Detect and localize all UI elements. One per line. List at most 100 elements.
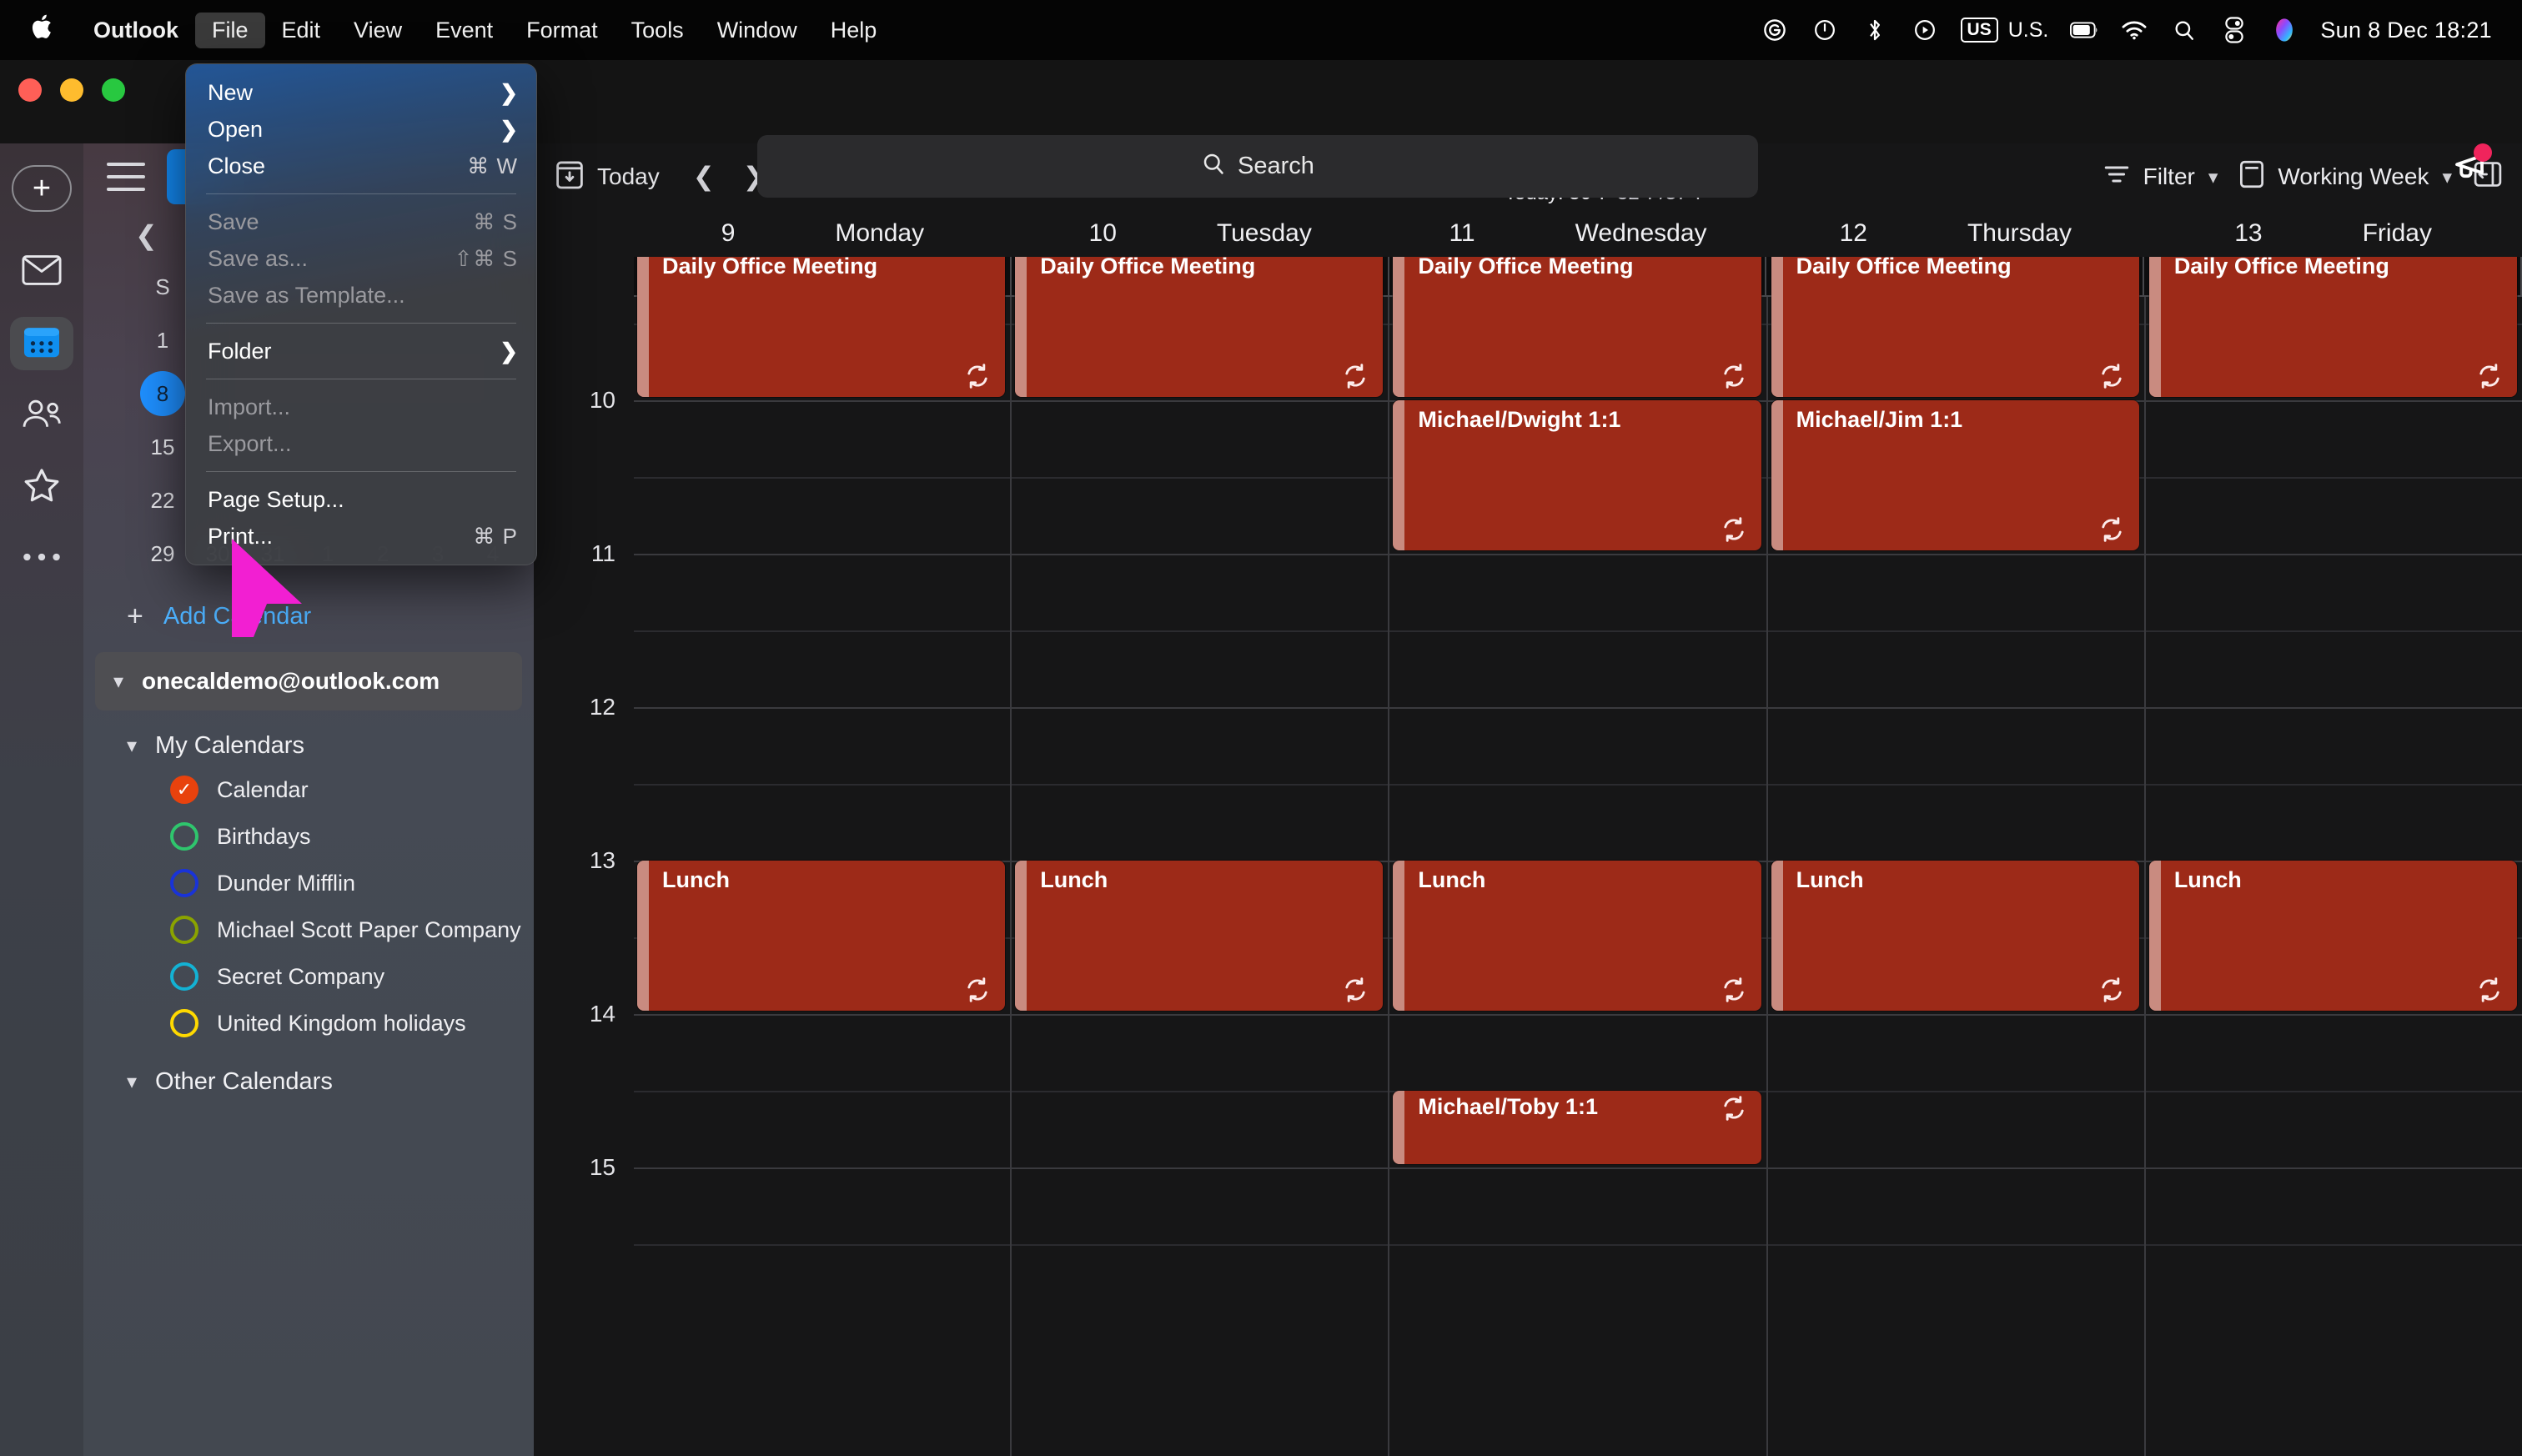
calendar-event[interactable]: Michael/Dwight 1:1 [1393, 400, 1761, 550]
calendar-event[interactable]: Daily Office Meeting [2149, 257, 2517, 397]
rail-item-calendar[interactable] [10, 317, 73, 370]
calendar-group-other-calendars[interactable]: ▾Other Calendars [83, 1047, 534, 1102]
calendar-checkbox-checked[interactable]: ✓ [170, 776, 198, 804]
rail-item-mail[interactable] [10, 245, 73, 299]
megaphone-icon[interactable] [2449, 142, 2495, 188]
calendar-checkbox[interactable] [170, 1009, 198, 1037]
menu-bar-item-edit[interactable]: Edit [265, 13, 338, 48]
calendar-checkbox[interactable] [170, 869, 198, 897]
chevron-down-icon[interactable]: ▾ [2208, 166, 2218, 188]
menu-bar-item-format[interactable]: Format [510, 13, 615, 48]
menu-bar-clock[interactable]: Sun 8 Dec 18:21 [2320, 18, 2492, 43]
calendar-checkbox[interactable] [170, 962, 198, 991]
apple-logo-icon[interactable] [30, 13, 55, 45]
menu-bar-item-outlook[interactable]: Outlook [77, 13, 195, 48]
new-item-button[interactable]: + [12, 165, 72, 212]
keyboard-layout-icon[interactable]: US [1961, 16, 1998, 44]
chevron-down-icon[interactable]: ▾ [127, 734, 137, 758]
minimize-window-button[interactable] [60, 78, 83, 102]
grammarly-icon[interactable] [1761, 16, 1789, 44]
day-column[interactable]: Daily Office MeetingLunch [2146, 297, 2522, 1456]
recurring-icon [1720, 976, 1748, 1004]
mini-calendar-day[interactable]: 15 [135, 434, 190, 460]
calendar-list-item[interactable]: Birthdays [83, 813, 534, 860]
day-column[interactable]: Daily Office MeetingLunch [634, 297, 1012, 1456]
calendar-list-item[interactable]: Dunder Mifflin [83, 860, 534, 906]
day-header[interactable]: 13Friday [2144, 210, 2522, 257]
menu-bar-item-tools[interactable]: Tools [615, 13, 701, 48]
calendar-list-item[interactable]: Michael Scott Paper Company [83, 906, 534, 953]
hamburger-icon[interactable] [107, 163, 145, 191]
calendar-event[interactable]: Michael/Jim 1:1 [1771, 400, 2139, 550]
mini-calendar-day[interactable]: 22 [135, 488, 190, 514]
calendar-checkbox[interactable] [170, 822, 198, 851]
calendar-event[interactable]: Daily Office Meeting [1015, 257, 1383, 397]
day-column[interactable]: Daily Office MeetingLunch [1012, 297, 1389, 1456]
hour-gridline [1768, 707, 2144, 709]
view-mode-button[interactable]: Working Week ▾ [2239, 160, 2452, 194]
mini-calendar-day[interactable]: 1 [135, 328, 190, 354]
calendar-list-item[interactable]: United Kingdom holidays [83, 1000, 534, 1047]
calendar-grid: 9101112131415 Daily Office MeetingLunchD… [534, 257, 2522, 1456]
close-window-button[interactable] [18, 78, 42, 102]
day-header[interactable]: 12Thursday [1766, 210, 2144, 257]
calendar-event[interactable]: Lunch [1393, 861, 1761, 1011]
menu-bar-item-event[interactable]: Event [419, 13, 510, 48]
calendar-event[interactable]: Daily Office Meeting [637, 257, 1005, 397]
menu-bar-item-file[interactable]: File [195, 13, 265, 48]
file-menu-item-folder[interactable]: Folder❯ [186, 333, 536, 369]
calendar-checkbox[interactable] [170, 916, 198, 944]
calendar-event[interactable]: Lunch [637, 861, 1005, 1011]
file-menu-item-page-setup[interactable]: Page Setup... [186, 481, 536, 518]
day-header[interactable]: 11Wednesday [1389, 210, 1767, 257]
calendar-event[interactable]: Michael/Toby 1:1 [1393, 1091, 1761, 1164]
control-center-icon[interactable] [2220, 16, 2248, 44]
half-hour-gridline [1768, 630, 2144, 632]
calendar-list-item[interactable]: ✓Calendar [83, 766, 534, 813]
event-color-bar [2149, 257, 2161, 397]
today-button[interactable]: Today [555, 159, 660, 195]
zoom-window-button[interactable] [102, 78, 125, 102]
account-row[interactable]: ▾ onecaldemo@outlook.com [95, 652, 522, 710]
bluetooth-icon[interactable] [1861, 16, 1889, 44]
calendar-event[interactable]: Lunch [2149, 861, 2517, 1011]
power-icon[interactable] [1811, 16, 1839, 44]
chevron-down-icon[interactable]: ▾ [113, 670, 123, 694]
event-title: Lunch [1040, 867, 1366, 893]
rail-item-favorites[interactable] [10, 460, 73, 514]
wifi-icon[interactable] [2120, 16, 2148, 44]
calendar-event[interactable]: Daily Office Meeting [1393, 257, 1761, 397]
menu-bar-item-window[interactable]: Window [701, 13, 814, 48]
mini-calendar-day[interactable]: 8 [135, 371, 190, 416]
play-icon[interactable] [1911, 16, 1939, 44]
file-menu-item-new[interactable]: New❯ [186, 74, 536, 111]
day-header[interactable]: 9Monday [634, 210, 1012, 257]
prev-period-button[interactable]: ❮ [693, 162, 715, 192]
search-input[interactable]: Search [757, 135, 1758, 198]
half-hour-gridline [634, 630, 1010, 632]
rail-item-people[interactable] [10, 389, 73, 442]
calendar-group-my-calendars[interactable]: ▾My Calendars [83, 710, 534, 766]
rail-item-more[interactable] [10, 532, 73, 585]
mini-calendar-day[interactable]: 29 [135, 541, 190, 567]
calendar-event[interactable]: Lunch [1771, 861, 2139, 1011]
battery-icon[interactable] [2070, 16, 2098, 44]
calendar-event[interactable]: Lunch [1015, 861, 1383, 1011]
chevron-down-icon[interactable]: ▾ [127, 1070, 137, 1094]
day-column[interactable]: Daily Office MeetingMichael/Dwight 1:1Lu… [1389, 297, 1767, 1456]
menu-bar-item-view[interactable]: View [337, 13, 419, 48]
file-menu-item-shortcut: ⌘ W [467, 153, 518, 179]
file-menu-item-open[interactable]: Open❯ [186, 111, 536, 148]
siri-icon[interactable] [2270, 16, 2298, 44]
file-menu-item-close[interactable]: Close⌘ W [186, 148, 536, 184]
menu-bar-item-help[interactable]: Help [814, 13, 894, 48]
hour-gridline [634, 400, 1010, 402]
filter-button[interactable]: Filter ▾ [2103, 162, 2218, 193]
day-header[interactable]: 10Tuesday [1012, 210, 1389, 257]
search-icon[interactable] [2170, 16, 2198, 44]
calendar-list-item[interactable]: Secret Company [83, 953, 534, 1000]
input-source-badge: US [1961, 18, 1998, 43]
calendar-event[interactable]: Daily Office Meeting [1771, 257, 2139, 397]
mini-calendar-today[interactable]: 8 [140, 371, 185, 416]
day-column[interactable]: Daily Office MeetingMichael/Jim 1:1Lunch [1768, 297, 2146, 1456]
